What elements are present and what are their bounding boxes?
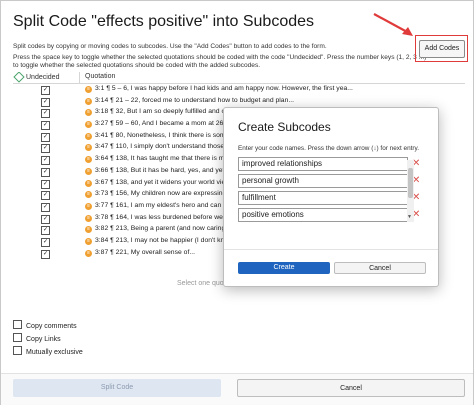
- quotation-icon: ≡: [85, 109, 92, 117]
- modal-cancel-button[interactable]: Cancel: [334, 262, 426, 274]
- undecided-icon: [13, 72, 25, 83]
- undecided-checkbox[interactable]: ✓: [41, 214, 50, 224]
- undecided-checkbox[interactable]: ✓: [41, 249, 50, 259]
- add-codes-button[interactable]: Add Codes: [419, 40, 465, 58]
- quotation-icon: ≡: [85, 156, 92, 164]
- quotation-icon: ≡: [85, 97, 92, 105]
- quotation-text: 3:67 ¶ 138, and yet it widens your world…: [95, 178, 236, 186]
- checkbox-icon: [13, 320, 22, 329]
- column-header-undecided[interactable]: Undecided: [13, 72, 59, 83]
- dialog-description-2: Press the space key to toggle whether th…: [13, 54, 427, 61]
- quotation-text: 3:41 ¶ 80, Nonetheless, I think there is…: [95, 131, 241, 139]
- quotation-icon: ≡: [85, 167, 92, 175]
- mutually-exclusive-checkbox[interactable]: Mutually exclusive: [13, 346, 83, 356]
- quotation-text: 3:18 ¶ 32, But I am so deeply fulfilled …: [95, 108, 239, 116]
- quotation-text: 3:64 ¶ 138, It has taught me that there …: [95, 155, 234, 163]
- undecided-checkbox[interactable]: ✓: [41, 97, 50, 107]
- copy-links-checkbox[interactable]: Copy Links: [13, 333, 61, 343]
- quotation-text: 3:78 ¶ 164, I was less burdened before w…: [95, 213, 239, 221]
- undecided-checkbox[interactable]: ✓: [41, 109, 50, 119]
- quotation-text: 3:82 ¶ 213, Being a parent (and now cari…: [95, 225, 235, 233]
- modal-title: Create Subcodes: [238, 120, 331, 134]
- quotation-icon: ≡: [85, 132, 92, 140]
- copy-comments-checkbox[interactable]: Copy comments: [13, 320, 77, 330]
- quotation-icon: ≡: [85, 249, 92, 257]
- subcode-list: improved relationships ✕ personal growth…: [238, 157, 428, 223]
- undecided-checkbox[interactable]: ✓: [41, 226, 50, 236]
- undecided-checkbox[interactable]: ✓: [41, 237, 50, 247]
- undecided-checkbox[interactable]: ✓: [41, 86, 50, 95]
- create-subcodes-modal: Create Subcodes Enter your code names. P…: [223, 107, 439, 287]
- dialog-footer: Split Code Cancel: [1, 373, 473, 405]
- quotation-text: 3:47 ¶ 110, I simply don't understand th…: [95, 143, 241, 151]
- subcode-field[interactable]: fulfillment: [238, 191, 408, 205]
- undecided-checkbox[interactable]: ✓: [41, 144, 50, 154]
- quotation-icon: ≡: [85, 86, 92, 93]
- cancel-button[interactable]: Cancel: [237, 379, 465, 397]
- undecided-checkbox[interactable]: ✓: [41, 202, 50, 212]
- dialog-description-3: to toggle whether the selected quotation…: [13, 62, 261, 69]
- undecided-checkbox[interactable]: ✓: [41, 121, 50, 131]
- subcode-field[interactable]: positive emotions: [238, 208, 408, 222]
- quotation-text: 3:1 ¶ 5 – 6, I was happy before I had ki…: [95, 85, 353, 92]
- subcode-field[interactable]: improved relationships: [238, 157, 408, 171]
- quotation-text: 3:84 ¶ 213, I may not be happier (I don'…: [95, 236, 230, 244]
- quotation-icon: ≡: [85, 237, 92, 245]
- undecided-checkbox[interactable]: ✓: [41, 167, 50, 177]
- create-button[interactable]: Create: [238, 262, 330, 274]
- column-header-quotation[interactable]: Quotation: [85, 73, 115, 80]
- modal-divider: [224, 249, 438, 250]
- table-row[interactable]: ✓ ≡ 3:1 ¶ 5 – 6, I was happy before I had …: [13, 84, 465, 96]
- dialog-title: Split Code "effects positive" into Subco…: [13, 13, 315, 30]
- quotation-icon: ≡: [85, 214, 92, 222]
- quotation-icon: ≡: [85, 179, 92, 187]
- undecided-checkbox[interactable]: ✓: [41, 132, 50, 142]
- quotation-text: 3:77 ¶ 161, I am my eldest's hero and ca…: [95, 201, 237, 209]
- quotation-icon: ≡: [85, 121, 92, 129]
- modal-hint: Enter your code names. Press the down ar…: [238, 145, 420, 152]
- quotation-text: 3:27 ¶ 59 – 60, And I became a mom at 26…: [95, 120, 241, 128]
- undecided-checkbox[interactable]: ✓: [41, 179, 50, 189]
- quotation-text: 3:14 ¶ 21 – 22, forced me to understand …: [95, 96, 295, 104]
- quotation-icon: ≡: [85, 202, 92, 210]
- dialog-description-1: Split codes by copying or moving codes t…: [13, 43, 327, 50]
- scrollbar-thumb[interactable]: [408, 168, 413, 198]
- split-code-button[interactable]: Split Code: [13, 379, 221, 397]
- undecided-checkbox[interactable]: ✓: [41, 156, 50, 166]
- quotation-text: 3:73 ¶ 156, My children now are expressi…: [95, 190, 240, 198]
- quotation-icon: ≡: [85, 226, 92, 234]
- column-separator: [79, 72, 80, 83]
- checkbox-icon: [13, 346, 22, 355]
- scroll-down-icon[interactable]: ▼: [407, 214, 412, 220]
- checkbox-icon: [13, 333, 22, 342]
- table-row[interactable]: ✓ ≡ 3:14 ¶ 21 – 22, forced me to understan…: [13, 96, 465, 108]
- quotation-icon: ≡: [85, 191, 92, 199]
- quotation-text: 3:87 ¶ 221, My overall sense of...: [95, 248, 195, 256]
- subcode-field[interactable]: personal growth: [238, 174, 408, 188]
- undecided-checkbox[interactable]: ✓: [41, 191, 50, 201]
- red-arrow-icon: [373, 13, 413, 36]
- quotation-icon: ≡: [85, 144, 92, 152]
- table-header: Undecided Quotation: [13, 72, 465, 84]
